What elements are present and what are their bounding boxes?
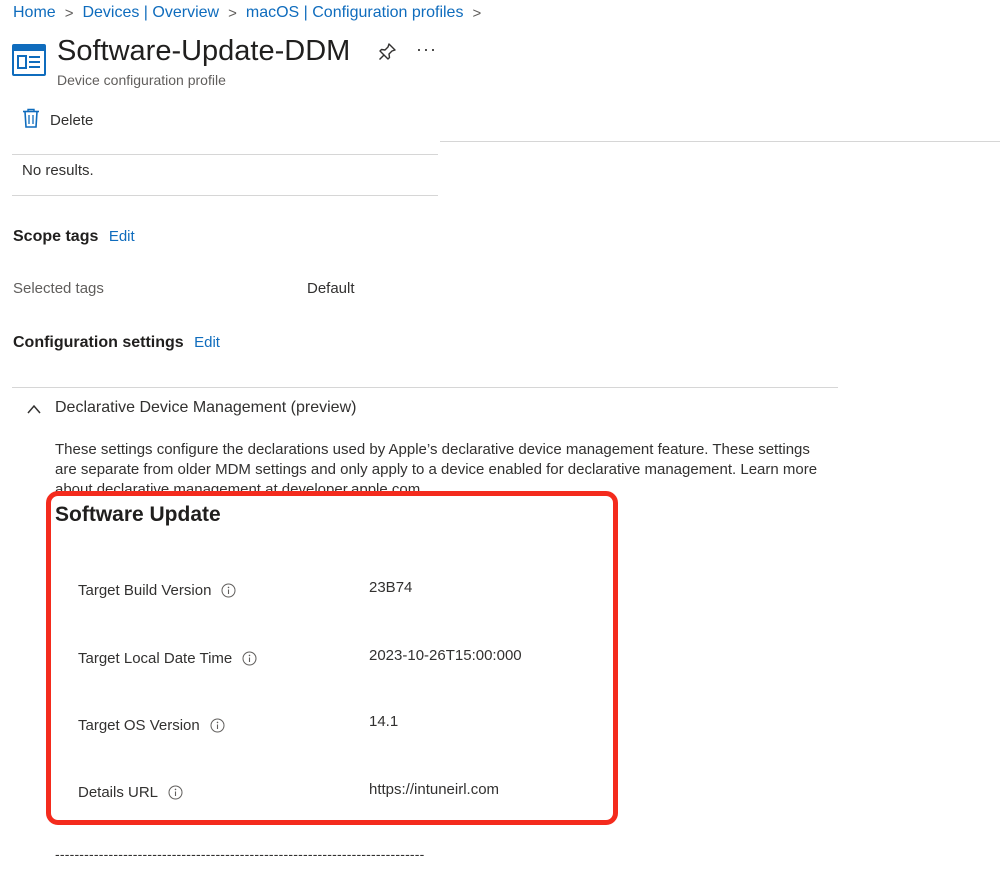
- command-bar-divider: [440, 141, 1000, 142]
- ddm-group-title[interactable]: Declarative Device Management (preview): [55, 399, 356, 417]
- info-icon[interactable]: [168, 785, 183, 800]
- trash-icon: [22, 108, 40, 132]
- scope-tags-section: Scope tags Edit: [13, 228, 135, 246]
- details-url-value: https://intuneirl.com: [369, 781, 500, 798]
- setting-label: Target Build Version: [78, 582, 236, 599]
- details-url-label: Details URL: [78, 784, 159, 801]
- configuration-settings-section: Configuration settings Edit: [13, 334, 220, 352]
- breadcrumb: Home > Devices | Overview > macOS | Conf…: [13, 4, 490, 22]
- configuration-settings-edit-link[interactable]: Edit: [194, 334, 220, 351]
- target-build-version-value: 23B74: [369, 579, 413, 596]
- ddm-description: These settings configure the declaration…: [55, 441, 818, 494]
- section-divider: [12, 387, 838, 388]
- separator-dashes: ----------------------------------------…: [55, 846, 425, 862]
- page-subtitle: Device configuration profile: [57, 72, 226, 88]
- setting-label: Target Local Date Time: [78, 650, 257, 667]
- pin-icon[interactable]: [377, 42, 397, 62]
- target-local-date-time-value: 2023-10-26T15:00:000: [369, 647, 522, 664]
- table-divider: [12, 154, 438, 155]
- breadcrumb-separator: >: [64, 4, 74, 22]
- chevron-up-icon[interactable]: [26, 402, 42, 416]
- breadcrumb-home[interactable]: Home: [13, 4, 56, 22]
- setting-label: Target OS Version: [78, 717, 225, 734]
- delete-button[interactable]: Delete: [22, 108, 93, 132]
- breadcrumb-devices-overview[interactable]: Devices | Overview: [82, 4, 219, 22]
- configuration-settings-heading: Configuration settings: [13, 334, 184, 351]
- more-options-icon[interactable]: ···: [416, 39, 437, 60]
- info-icon[interactable]: [242, 651, 257, 666]
- target-os-version-label: Target OS Version: [78, 717, 200, 734]
- scope-tags-edit-link[interactable]: Edit: [109, 228, 135, 245]
- target-os-version-value: 14.1: [369, 713, 399, 730]
- target-local-date-time-label: Target Local Date Time: [78, 650, 233, 667]
- info-icon[interactable]: [221, 583, 236, 598]
- profile-icon: [12, 44, 46, 76]
- scope-tags-heading: Scope tags: [13, 228, 99, 245]
- breadcrumb-separator: >: [472, 4, 482, 22]
- software-update-title: Software Update: [55, 503, 221, 526]
- setting-label: Details URL: [78, 784, 183, 801]
- delete-label: Delete: [50, 111, 94, 129]
- breadcrumb-configuration-profiles[interactable]: macOS | Configuration profiles: [246, 4, 464, 22]
- selected-tags-value: Default: [307, 280, 355, 297]
- table-divider: [12, 195, 438, 196]
- selected-tags-label: Selected tags: [13, 280, 104, 297]
- info-icon[interactable]: [210, 718, 225, 733]
- page-title: Software-Update-DDM: [57, 35, 351, 67]
- no-results-text: No results.: [22, 162, 94, 179]
- breadcrumb-separator: >: [228, 4, 237, 22]
- target-build-version-label: Target Build Version: [78, 582, 212, 599]
